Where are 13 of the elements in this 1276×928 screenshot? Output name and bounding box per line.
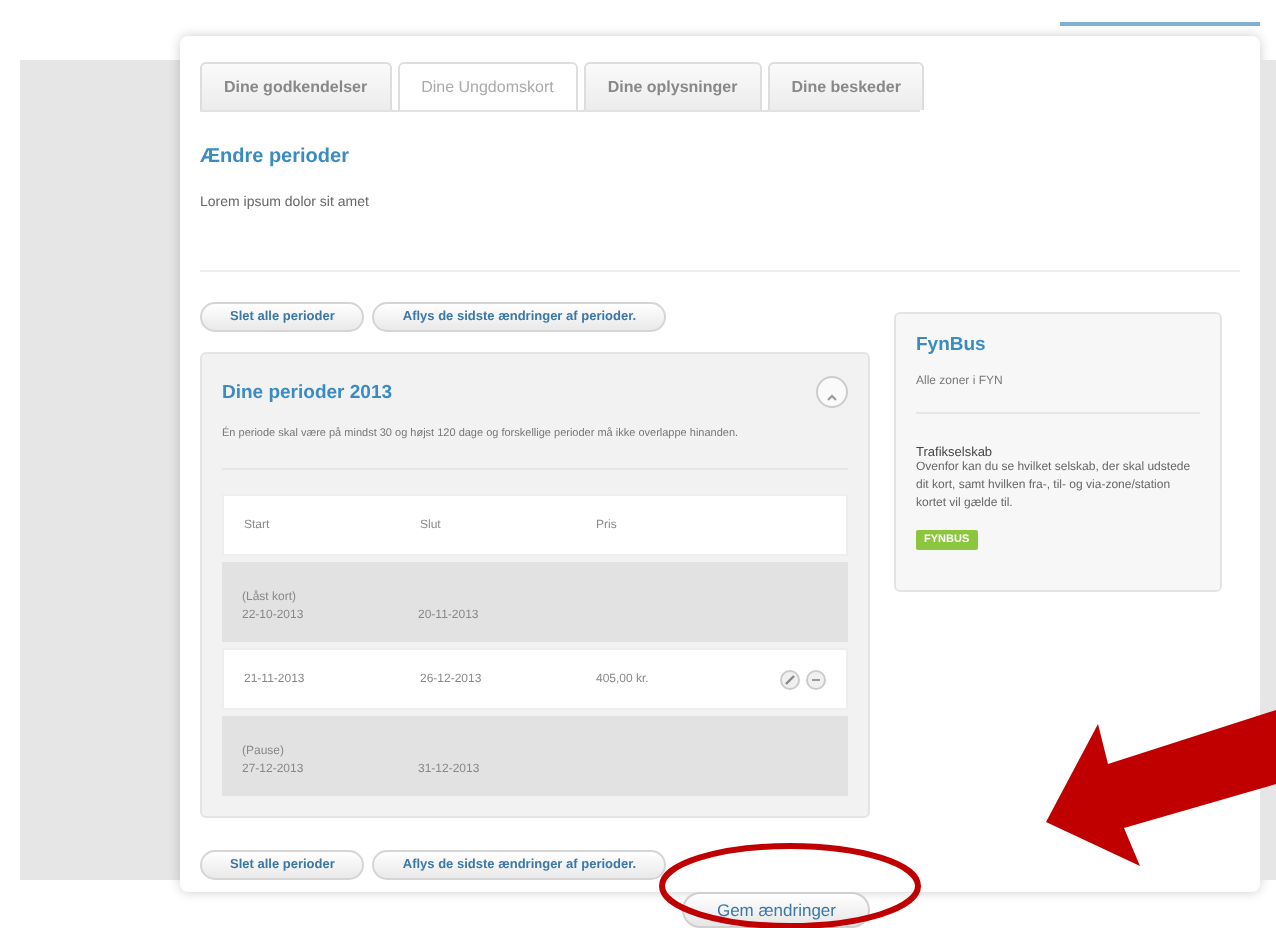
page-heading: Ændre perioder	[200, 146, 351, 168]
panel-title: Dine perioder 2013	[222, 381, 393, 403]
edit-button[interactable]	[780, 669, 800, 689]
collapse-button[interactable]	[816, 376, 848, 408]
minus-icon	[812, 677, 820, 681]
delete-button[interactable]	[806, 669, 826, 689]
tab[interactable]: Dine beskeder	[767, 62, 925, 110]
chevron-up-icon	[826, 394, 838, 402]
tab[interactable]: Dine Ungdomskort	[397, 62, 578, 110]
tab[interactable]: Dine godkendelser	[200, 62, 392, 110]
company-name: FynBus	[916, 334, 988, 356]
pencil-icon	[784, 673, 796, 685]
tab[interactable]: Dine oplysninger	[583, 62, 762, 110]
